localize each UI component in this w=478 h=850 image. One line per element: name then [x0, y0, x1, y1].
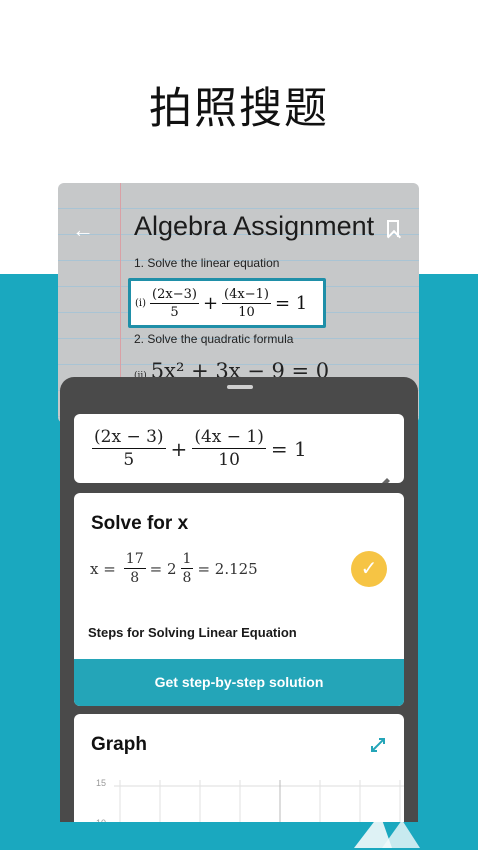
pencil-icon[interactable]	[376, 476, 392, 483]
solve-heading: Solve for x	[91, 513, 189, 534]
crop-num-1: (2x−3)	[150, 286, 199, 304]
crop-fraction-1: (2x−3) 5	[150, 287, 199, 320]
eq-num-2: (4x − 1)	[192, 427, 266, 449]
crop-den-1: 5	[170, 304, 179, 320]
recognized-equation-card[interactable]: (2x − 3) 5 + (4x − 1) 10 = 1	[74, 414, 404, 483]
expand-icon[interactable]	[370, 737, 386, 758]
answer-fraction-1: 17 8	[123, 551, 146, 586]
back-arrow-icon[interactable]: ←	[72, 217, 94, 243]
answer-fraction-2: 1 8	[180, 551, 194, 586]
answer-den-1: 8	[130, 570, 140, 586]
crop-num-2: (4x−1)	[222, 286, 271, 304]
eq-den-1: 5	[123, 450, 135, 470]
answer-lhs: x =	[90, 559, 116, 578]
answer-num-2: 1	[180, 551, 194, 569]
crop-index: (i)	[135, 297, 147, 309]
steps-title: Steps for Solving Linear Equation	[88, 625, 297, 640]
crop-rhs: = 1	[274, 292, 308, 314]
answer-num-1: 17	[123, 551, 146, 569]
eq-rhs: = 1	[270, 436, 307, 461]
answer-den-2: 8	[182, 570, 192, 586]
eq-fraction-1: (2x − 3) 5	[92, 427, 166, 470]
step-by-step-button[interactable]: Get step-by-step solution	[74, 659, 404, 706]
answer-eq2: = 2	[149, 559, 177, 578]
y-tick-15: 15	[96, 778, 107, 788]
check-icon: ✓	[351, 551, 387, 587]
bookmark-icon[interactable]	[387, 220, 399, 237]
question-1-text: 1. Solve the linear equation	[134, 256, 280, 270]
assignment-title: Algebra Assignment	[134, 211, 375, 241]
solve-for-x-card: Solve for x x = 17 8 = 2 1 8 = 2.125 ✓ S…	[74, 493, 404, 706]
recognized-equation: (2x − 3) 5 + (4x − 1) 10 = 1	[92, 427, 312, 470]
crop-fraction-2: (4x−1) 10	[222, 287, 271, 320]
page-headline: 拍照搜题	[149, 84, 329, 134]
y-tick-10: 10	[96, 818, 106, 822]
eq-plus: +	[170, 436, 188, 461]
answer-result: = 2.125	[197, 559, 258, 578]
question-2-text: 2. Solve the quadratic formula	[134, 332, 294, 346]
eq-num-1: (2x − 3)	[92, 427, 166, 449]
crop-selection-box[interactable]: (i) (2x−3) 5 + (4x−1) 10 = 1	[128, 278, 326, 328]
result-bottom-sheet[interactable]: (2x − 3) 5 + (4x − 1) 10 = 1 Solve for x…	[60, 377, 418, 822]
sheet-drag-handle[interactable]	[227, 385, 253, 389]
crop-den-2: 10	[238, 304, 255, 320]
graph-card: Graph 15 10	[74, 714, 404, 822]
watermark-logo-icon	[354, 814, 420, 848]
eq-den-2: 10	[218, 450, 240, 470]
eq-fraction-2: (4x − 1) 10	[192, 427, 266, 470]
solution-answer: x = 17 8 = 2 1 8 = 2.125	[90, 551, 262, 586]
graph-heading: Graph	[91, 734, 147, 755]
crop-plus: +	[202, 292, 219, 314]
